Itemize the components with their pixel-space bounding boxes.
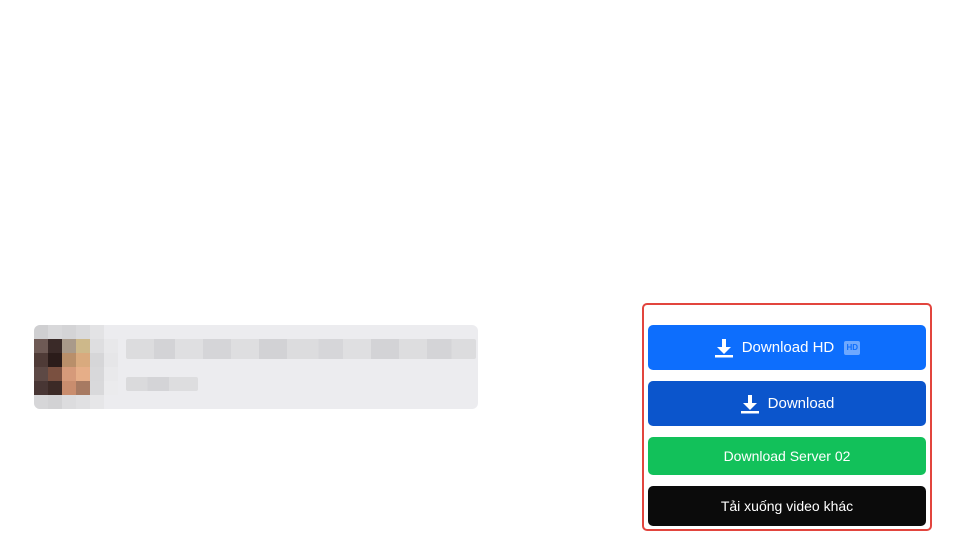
video-subtitle-blurred	[126, 377, 198, 391]
download-other-video-button[interactable]: Tải xuống video khác	[648, 486, 926, 526]
hd-badge-icon: HD	[844, 340, 861, 355]
download-arrow-icon	[714, 338, 733, 357]
video-thumbnail	[34, 325, 118, 409]
page: Download HD HD Download Download Server …	[0, 0, 960, 540]
download-options-highlight: Download HD HD Download Download Server …	[642, 303, 932, 531]
video-info-card	[34, 325, 478, 409]
download-server-02-label: Download Server 02	[723, 448, 851, 464]
download-label: Download	[767, 395, 835, 412]
download-hd-button[interactable]: Download HD HD	[648, 325, 926, 370]
download-server-02-button[interactable]: Download Server 02	[648, 437, 926, 475]
download-other-video-label: Tải xuống video khác	[720, 498, 854, 514]
download-hd-label: Download HD	[741, 339, 835, 356]
video-title-blurred	[126, 339, 476, 359]
download-button[interactable]: Download	[648, 381, 926, 426]
download-arrow-icon	[740, 394, 759, 413]
